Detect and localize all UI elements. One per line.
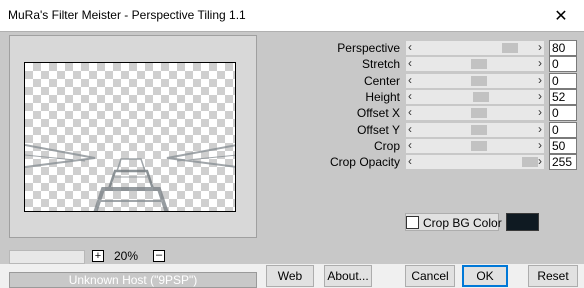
chevron-right-icon[interactable]: › [538,154,542,168]
dialog-client: + 20% – Unknown Host ("9PSP") Perspectiv… [0,31,584,288]
close-icon[interactable]: ✕ [538,0,584,31]
chevron-left-icon[interactable]: ‹ [408,154,412,168]
ok-button[interactable]: OK [462,265,508,287]
param-slider[interactable]: ‹ › [406,105,544,121]
chevron-right-icon[interactable]: › [538,89,542,103]
param-value-input[interactable]: 50 [549,137,577,154]
param-label: Perspective [337,41,400,55]
param-value-input[interactable]: 0 [549,56,577,73]
about-button[interactable]: About... [324,265,372,287]
param-label: Crop Opacity [329,155,400,170]
chevron-right-icon[interactable]: › [538,122,542,136]
param-label: Crop [373,138,400,153]
param-label: Offset X [356,106,400,121]
slider-thumb[interactable] [471,124,487,135]
crop-bg-color-toggle[interactable]: Crop BG Color [405,213,502,231]
param-value-input[interactable]: 255 [549,154,577,171]
host-status: Unknown Host ("9PSP") [9,272,257,288]
param-slider[interactable]: ‹ › [406,138,544,153]
slider-thumb[interactable] [473,91,490,102]
param-slider[interactable]: ‹ › [406,89,544,104]
chevron-left-icon[interactable]: ‹ [408,56,412,70]
slider-thumb[interactable] [471,108,487,119]
param-label: Center [363,73,400,88]
crop-bg-color-swatch[interactable] [506,213,539,231]
cancel-button[interactable]: Cancel [405,265,455,287]
param-label: Stretch [361,57,400,72]
zoom-in-button[interactable]: + [92,250,104,262]
filter-dialog: MuRa's Filter Meister - Perspective Tili… [0,0,584,288]
param-label: Offset Y [357,122,400,137]
param-slider[interactable]: ‹ › [406,73,544,88]
chevron-left-icon[interactable]: ‹ [408,122,412,136]
preview-canvas[interactable] [24,62,236,212]
chevron-right-icon[interactable]: › [538,138,542,152]
slider-thumb[interactable] [471,140,487,151]
tiling-preview-image [25,144,235,211]
zoom-slider[interactable] [9,250,85,264]
slider-thumb[interactable] [471,59,487,70]
chevron-left-icon[interactable]: ‹ [408,73,412,87]
chevron-right-icon[interactable]: › [538,105,542,119]
param-row-perspective: Perspective ‹ › 80 [300,40,584,56]
preview-frame [9,35,257,238]
param-value-input[interactable]: 0 [549,72,577,89]
param-slider[interactable]: ‹ › [406,56,544,72]
param-label: Height [365,89,400,104]
param-row-offset-x: Offset X ‹ › 0 [300,105,584,122]
zoom-out-button[interactable]: – [153,250,165,262]
chevron-right-icon[interactable]: › [538,56,542,70]
param-value-input[interactable]: 0 [549,121,577,138]
web-button[interactable]: Web [266,265,314,287]
param-row-stretch: Stretch ‹ › 0 [300,56,584,73]
reset-button[interactable]: Reset [528,265,578,287]
param-row-offset-y: Offset Y ‹ › 0 [300,121,584,138]
zoom-level: 20% [114,249,139,263]
param-slider[interactable]: ‹ › [406,154,544,170]
param-value-input[interactable]: 80 [549,40,577,56]
param-slider[interactable]: ‹ › [406,40,544,55]
slider-thumb[interactable] [522,157,538,168]
param-row-height: Height ‹ › 52 [300,88,584,105]
param-slider[interactable]: ‹ › [406,122,544,137]
slider-thumb[interactable] [501,43,518,53]
param-row-center: Center ‹ › 0 [300,72,584,89]
param-value-input[interactable]: 0 [549,105,577,122]
crop-bg-color-checkbox[interactable] [406,216,419,229]
chevron-left-icon[interactable]: ‹ [408,138,412,152]
param-row-crop-opacity: Crop Opacity ‹ › 255 [300,154,584,171]
chevron-left-icon[interactable]: ‹ [408,89,412,103]
chevron-right-icon[interactable]: › [538,73,542,87]
param-row-crop: Crop ‹ › 50 [300,137,584,154]
chevron-right-icon[interactable]: › [538,40,542,54]
title-bar: MuRa's Filter Meister - Perspective Tili… [0,0,584,31]
chevron-left-icon[interactable]: ‹ [408,105,412,119]
chevron-left-icon[interactable]: ‹ [408,40,412,54]
slider-thumb[interactable] [471,75,487,86]
window-title: MuRa's Filter Meister - Perspective Tili… [8,8,246,22]
param-value-input[interactable]: 52 [549,88,577,105]
crop-bg-color-label: Crop BG Color [423,216,502,230]
